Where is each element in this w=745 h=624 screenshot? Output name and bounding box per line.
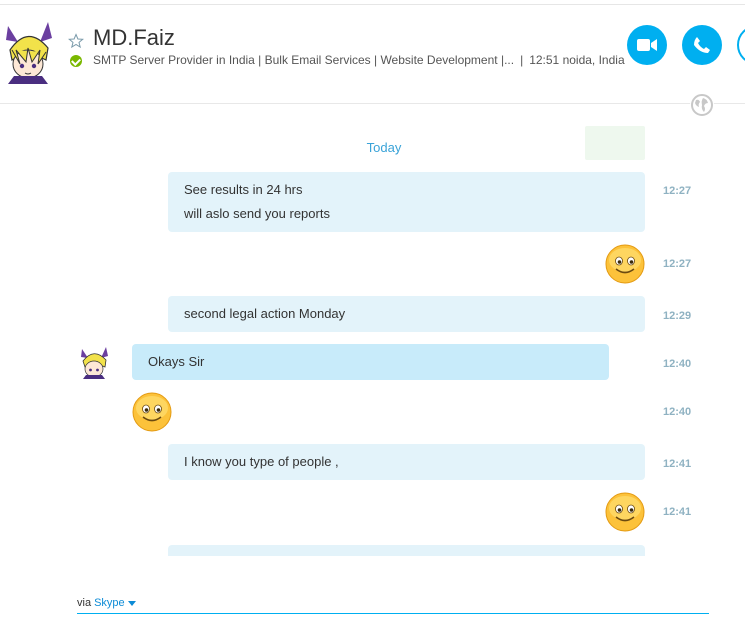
conversation-scroll-edge (0, 556, 745, 586)
sender-avatar[interactable] (78, 345, 110, 379)
online-status-icon (70, 55, 82, 67)
contact-name[interactable]: MD.Faiz (93, 25, 175, 51)
send-via-selector[interactable]: via Skype (77, 597, 136, 609)
message-bubble-outgoing[interactable]: See results in 24 hrs will aslo send you… (168, 172, 645, 232)
message-bubble-outgoing[interactable]: second legal action Monday (168, 296, 645, 332)
phone-icon (694, 37, 710, 53)
message-line: I know you type of people , (184, 454, 339, 469)
message-timestamp: 12:40 (663, 358, 692, 370)
window-top-border (0, 4, 745, 5)
chevron-down-icon[interactable] (127, 600, 136, 606)
audio-call-button[interactable] (682, 25, 722, 65)
video-camera-icon (637, 39, 657, 51)
message-timestamp: 12:40 (663, 406, 692, 418)
smile-emoticon-icon (605, 492, 645, 532)
message-timestamp: 12:27 (663, 258, 692, 270)
favorite-star-icon[interactable] (68, 33, 84, 49)
video-call-button[interactable] (627, 25, 667, 65)
contact-mood-line: SMTP Server Provider in India | Bulk Ema… (93, 53, 625, 67)
mood-separator: | (520, 53, 524, 67)
day-separator: Today (366, 140, 402, 155)
contact-mood-message: SMTP Server Provider in India | Bulk Ema… (93, 53, 515, 67)
message-timestamp: 12:27 (663, 185, 692, 197)
message-timestamp: 12:41 (663, 458, 692, 470)
message-timestamp: 12:41 (663, 506, 692, 518)
message-bubble-outgoing[interactable]: I know you type of people , (168, 444, 645, 480)
add-participant-button[interactable] (737, 25, 745, 65)
message-line: second legal action Monday (184, 306, 346, 321)
message-input-underline[interactable] (77, 613, 709, 614)
message-line: See results in 24 hrs (184, 182, 303, 197)
message-line: Okays Sir (148, 354, 205, 369)
via-label: via (77, 597, 92, 609)
conversation-header: MD.Faiz SMTP Server Provider in India | … (0, 8, 745, 98)
contact-local-time: 12:51 noida, India (529, 53, 625, 67)
message-bubble-incoming[interactable]: Okays Sir (132, 344, 609, 380)
header-divider (0, 103, 745, 104)
globe-icon[interactable] (690, 93, 714, 117)
contact-avatar[interactable] (0, 20, 56, 84)
message-timestamp: 12:29 (663, 310, 692, 322)
message-line: will aslo send you reports (184, 206, 330, 221)
smile-emoticon-icon (132, 392, 172, 432)
via-service-label[interactable]: Skype (94, 597, 125, 609)
smile-emoticon-icon (605, 244, 645, 284)
